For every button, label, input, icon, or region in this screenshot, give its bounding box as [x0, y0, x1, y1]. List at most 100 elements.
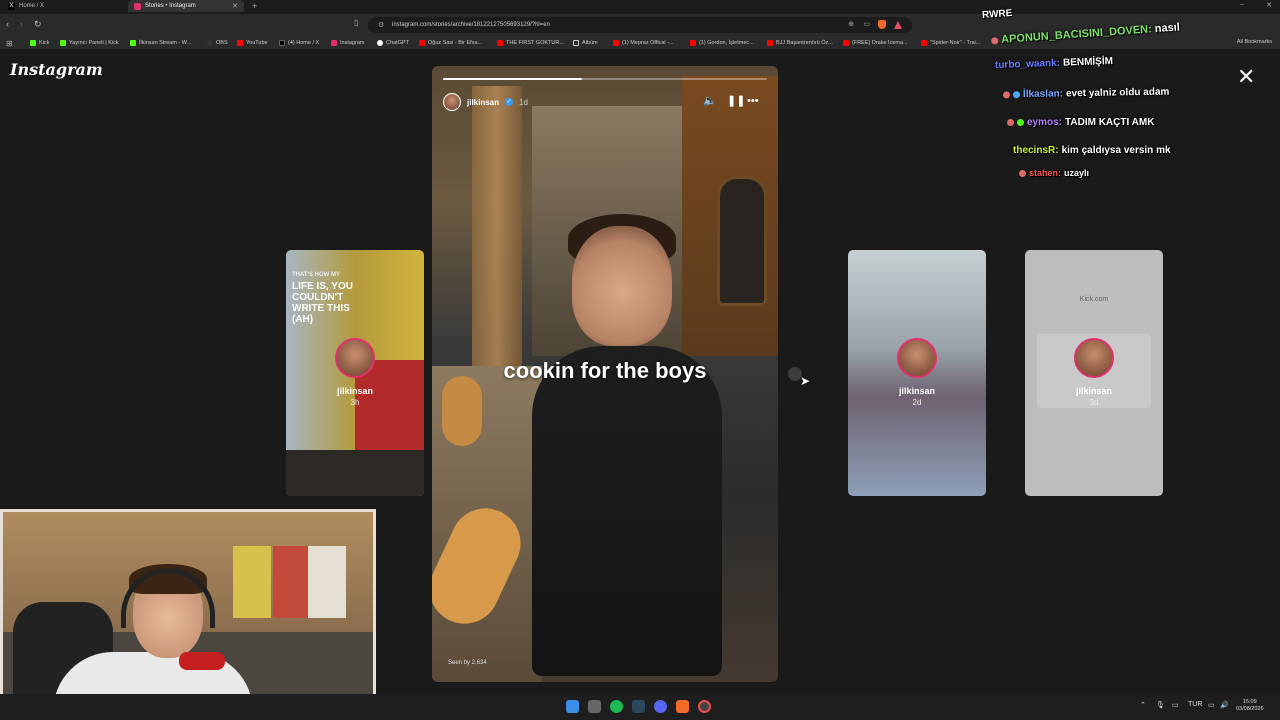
bookmark-item[interactable]: Albüm	[573, 38, 598, 48]
kick-icon	[60, 40, 66, 46]
bookmark-label: OBS	[216, 40, 228, 46]
bookmark-label: (1) Mepraz Offical -...	[622, 40, 674, 46]
bookmark-item[interactable]: ChatGPT	[377, 38, 409, 48]
bookmark-item[interactable]: BJJ Başantrenörü Öz...	[767, 38, 833, 48]
avatar	[1074, 338, 1114, 378]
language-indicator[interactable]: TUR	[1188, 701, 1202, 708]
chat-message: RWRE	[982, 8, 1013, 21]
site-settings-icon[interactable]: ⚙	[378, 21, 384, 29]
poster-line: LIFE IS, YOU COULDN'T WRITE THIS (AH)	[292, 281, 353, 325]
webcam-overlay	[0, 509, 376, 720]
bookmark-item[interactable]: (4) Home / X	[279, 38, 319, 48]
tab-home-x[interactable]: X Home / X	[2, 0, 126, 12]
brave-shields-icon[interactable]	[878, 20, 886, 29]
close-tab-icon[interactable]: ✕	[232, 2, 238, 10]
clock-date: 03/08/2026	[1236, 706, 1264, 712]
webcam-poster	[308, 546, 346, 618]
bookmark-label: Instagram	[340, 40, 365, 46]
discord-icon[interactable]	[654, 700, 667, 713]
youtube-icon	[237, 40, 243, 46]
pause-icon[interactable]: ❚❚	[727, 94, 745, 108]
bookmark-item[interactable]: OBS	[207, 38, 228, 48]
obs-icon[interactable]	[698, 700, 711, 713]
youtube-icon	[419, 40, 425, 46]
apps-grid-icon[interactable]: ⊞	[6, 39, 13, 48]
address-bar[interactable]: ⚙ instagram.com/stories/archive/18122127…	[368, 17, 912, 33]
chat-text: nasıl	[1154, 21, 1181, 36]
chat-badge-icon	[1002, 91, 1011, 99]
task-view-icon[interactable]	[588, 700, 601, 713]
obs-icon	[207, 40, 213, 46]
speaker-icon[interactable]: 🔊	[1220, 701, 1229, 709]
story-photo-person	[532, 346, 722, 676]
instagram-logo[interactable]: Instagram	[10, 60, 103, 79]
chat-badge-icon	[1007, 119, 1014, 126]
zoom-icon[interactable]: ⊕	[848, 20, 854, 28]
story-viewer[interactable]: jilkinsan ✓ 1d 🔈 ❚❚ ••• cookin for the b…	[432, 66, 778, 682]
story-header: jilkinsan ✓ 1d 🔈 ❚❚ •••	[443, 92, 767, 112]
seen-by-count[interactable]: Seen by 2,634	[448, 660, 487, 666]
steam-icon[interactable]	[632, 700, 645, 713]
bookmark-item[interactable]: (1) Gordon, İşletmec...	[690, 38, 754, 48]
bookmark-item[interactable]: Oğuz Sasi - Bir Efsa...	[419, 38, 482, 48]
bookmark-item[interactable]: İlkinsan Stream - W...	[130, 38, 191, 48]
story-timestamp: 1d	[519, 97, 528, 107]
spotify-icon[interactable]	[610, 700, 623, 713]
reload-icon[interactable]: ↻	[34, 19, 42, 30]
chatgpt-icon	[377, 40, 383, 46]
brave-rewards-icon[interactable]	[894, 21, 902, 29]
volume-icon[interactable]: 🔈	[703, 94, 717, 108]
avatar	[897, 338, 937, 378]
avatar[interactable]	[443, 93, 461, 111]
url-text: instagram.com/stories/archive/1812212750…	[392, 22, 550, 28]
avatar	[335, 338, 375, 378]
tab-stories-instagram[interactable]: Stories • Instagram ✕	[128, 0, 244, 12]
story-photo-mirror	[717, 176, 767, 306]
back-arrow-icon[interactable]: ‹	[6, 19, 9, 30]
bookmark-label: Oğuz Sasi - Bir Efsa...	[428, 40, 483, 46]
bookmark-item[interactable]: Instagram	[331, 38, 364, 48]
more-options-icon[interactable]: •••	[747, 94, 759, 108]
story-username: jilkinsan	[1075, 386, 1112, 396]
bookmark-item[interactable]: Yayıncı Paneli | Kick	[60, 38, 119, 48]
screen: X Home / X Stories • Instagram ✕ + – ✕ ‹…	[0, 0, 1280, 720]
story-preview-next-2[interactable]: Kick.com jilkinsan 3d	[1025, 250, 1163, 496]
chat-message: thecinsR: kim çaldıysa versin mk	[1013, 145, 1171, 156]
cast-icon[interactable]: ▭	[863, 20, 870, 28]
story-preview-next[interactable]: jilkinsan 2d	[848, 250, 986, 496]
youtube-icon	[497, 40, 503, 46]
kick-icon	[130, 40, 136, 46]
bookmark-item[interactable]: Kick	[30, 38, 49, 48]
forward-arrow-icon[interactable]: ›	[20, 19, 23, 30]
windows-taskbar: ⌃ 🎙 ▭ TUR ▭ 🔊 15:09 03/08/2026	[0, 694, 1280, 720]
system-clock[interactable]: 15:09 03/08/2026	[1236, 699, 1264, 713]
chat-badge-icon	[1012, 91, 1021, 99]
tray-expand-icon[interactable]: ⌃	[1140, 701, 1146, 709]
brave-browser-icon[interactable]	[676, 700, 689, 713]
bookmark-page-icon[interactable]: ▯	[354, 18, 358, 27]
chat-text: evet yalniz oldu adam	[1065, 86, 1170, 100]
bookmark-item[interactable]: (FREE) Drake Icema...	[843, 38, 908, 48]
story-preview-prev[interactable]: THAT'S HOW MY LIFE IS, YOU COULDN'T WRIT…	[286, 250, 424, 496]
stream-chat-overlay: RWRE APONUN_BACISINI_DOVEN: nasıl turbo_…	[975, 0, 1280, 190]
bookmark-item[interactable]: (1) Mepraz Offical -...	[613, 38, 674, 48]
x-logo-icon	[279, 40, 285, 46]
bookmark-item[interactable]: THE FIRST GOKTUR...	[497, 38, 564, 48]
display-icon[interactable]: ▭	[1208, 701, 1215, 709]
webcam-poster	[273, 546, 311, 618]
youtube-icon	[921, 40, 927, 46]
bookmark-item[interactable]: YouTube	[237, 38, 268, 48]
chat-text: RWRE	[981, 7, 1013, 22]
new-tab-button[interactable]: +	[252, 0, 257, 12]
microphone-icon[interactable]: 🎙	[1156, 701, 1165, 709]
story-progress-bar	[443, 78, 767, 80]
chat-badge-icon	[990, 36, 999, 45]
story-username[interactable]: jilkinsan	[467, 98, 499, 107]
tab-label: Home / X	[19, 3, 45, 9]
network-icon[interactable]: ▭	[1172, 701, 1179, 709]
windows-start-icon[interactable]	[566, 700, 579, 713]
chat-username: İlkaslan:	[1022, 88, 1064, 101]
story-age: 2d	[912, 398, 922, 407]
chat-text: TADIM KAÇTI AMK	[1065, 117, 1155, 128]
bookmark-item[interactable]: "Spider-Noir" - Trai...	[921, 38, 980, 48]
